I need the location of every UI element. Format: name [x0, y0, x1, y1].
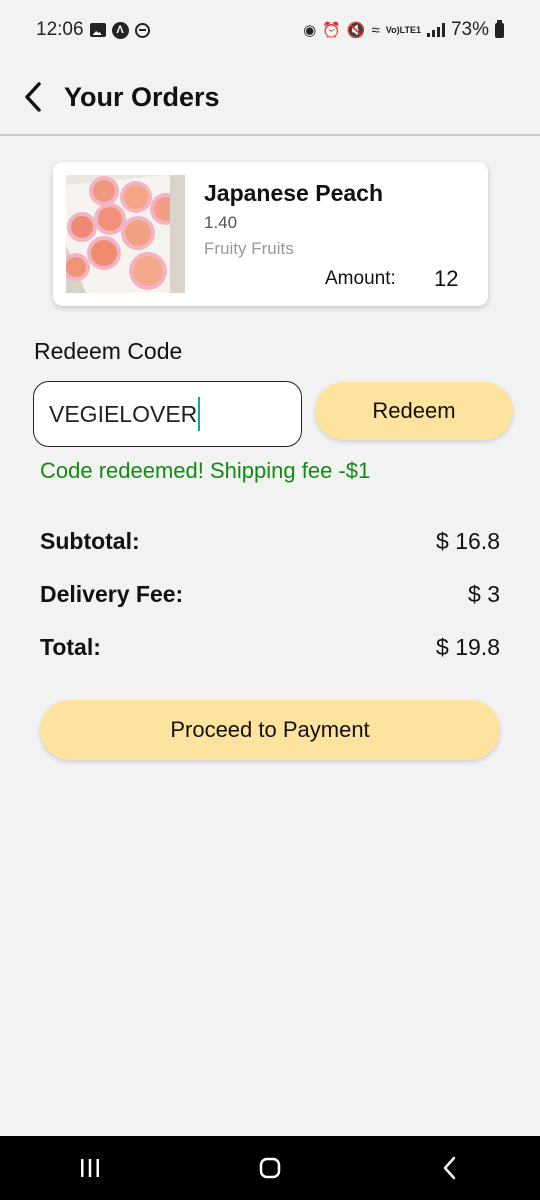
subtotal-row: Subtotal: $ 16.8 [40, 528, 500, 555]
status-bar: 12:06 Λ ◉ ⏰ 🔇 ≈ Vo) LTE1 73% [0, 0, 540, 60]
app-notification-icon: Λ [111, 21, 129, 39]
product-name: Japanese Peach [204, 180, 384, 206]
mute-icon: 🔇 [346, 22, 366, 39]
gallery-icon [89, 23, 106, 37]
redeem-code-input[interactable]: VEGIELOVER [33, 381, 302, 447]
chevron-left-icon [25, 82, 41, 112]
recents-button[interactable] [60, 1146, 120, 1190]
subtotal-value: $ 16.8 [436, 528, 500, 554]
wifi-icon: ≈ [371, 21, 380, 39]
home-button[interactable] [240, 1146, 300, 1190]
delivery-fee-label: Delivery Fee: [40, 581, 184, 607]
subtotal-label: Subtotal: [40, 528, 140, 554]
system-nav-bar [0, 1136, 540, 1200]
total-value: $ 19.8 [436, 634, 500, 660]
lock-icon: ◉ [303, 22, 317, 39]
redeem-code-heading: Redeem Code [34, 338, 183, 364]
recents-icon [81, 1159, 99, 1177]
page-title: Your Orders [64, 81, 220, 112]
redeem-success-message: Code redeemed! Shipping fee -$1 [40, 458, 371, 483]
peach-box-illustration [66, 175, 185, 293]
total-row: Total: $ 19.8 [40, 634, 500, 661]
product-image [66, 175, 185, 293]
battery-percent: 73% [450, 19, 489, 40]
system-back-button[interactable] [420, 1146, 480, 1190]
amount-label: Amount: [325, 268, 396, 289]
product-category: Fruity Fruits [204, 239, 294, 258]
total-label: Total: [40, 634, 101, 660]
redeem-code-value: VEGIELOVER [49, 400, 198, 427]
home-icon [259, 1157, 281, 1179]
status-right: ◉ ⏰ 🔇 ≈ Vo) LTE1 73% [303, 19, 504, 41]
alarm-icon: ⏰ [322, 22, 341, 39]
status-time: 12:06 [36, 19, 84, 40]
product-price: 1.40 [204, 213, 238, 232]
back-button[interactable] [22, 75, 58, 119]
order-item-card[interactable]: Japanese Peach 1.40 Fruity Fruits Amount… [53, 162, 488, 306]
battery-icon [495, 19, 504, 38]
lte-icon: Vo) LTE1 [385, 24, 421, 35]
amount-value: 12 [434, 266, 459, 291]
signal-icon [426, 23, 445, 37]
proceed-to-payment-button[interactable]: Proceed to Payment [40, 700, 500, 760]
network-label: LTE1 [399, 24, 421, 35]
delivery-fee-row: Delivery Fee: $ 3 [40, 581, 500, 608]
chevron-left-icon [443, 1156, 456, 1180]
redeem-button[interactable]: Redeem [315, 382, 513, 440]
status-left: 12:06 Λ [36, 19, 150, 41]
app-header: Your Orders [0, 60, 540, 136]
do-not-disturb-icon [134, 22, 150, 38]
text-caret [198, 397, 201, 431]
delivery-fee-value: $ 3 [468, 581, 500, 607]
